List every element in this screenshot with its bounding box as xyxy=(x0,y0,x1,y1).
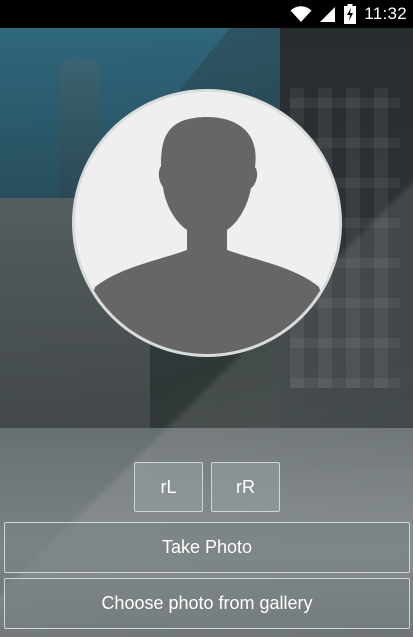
screen: 11:32 rL rR Take Photo Choose photo from… xyxy=(0,0,413,637)
rotate-left-button[interactable]: rL xyxy=(134,462,203,512)
take-photo-button[interactable]: Take Photo xyxy=(4,522,410,573)
status-bar: 11:32 xyxy=(0,0,413,28)
rotate-right-button[interactable]: rR xyxy=(211,462,280,512)
battery-charging-icon xyxy=(344,4,357,24)
signal-icon xyxy=(320,5,336,23)
wifi-icon xyxy=(290,5,312,23)
profile-avatar[interactable] xyxy=(72,89,342,357)
person-silhouette-icon xyxy=(75,92,339,354)
choose-from-gallery-button[interactable]: Choose photo from gallery xyxy=(4,578,410,629)
status-clock: 11:32 xyxy=(364,4,407,23)
